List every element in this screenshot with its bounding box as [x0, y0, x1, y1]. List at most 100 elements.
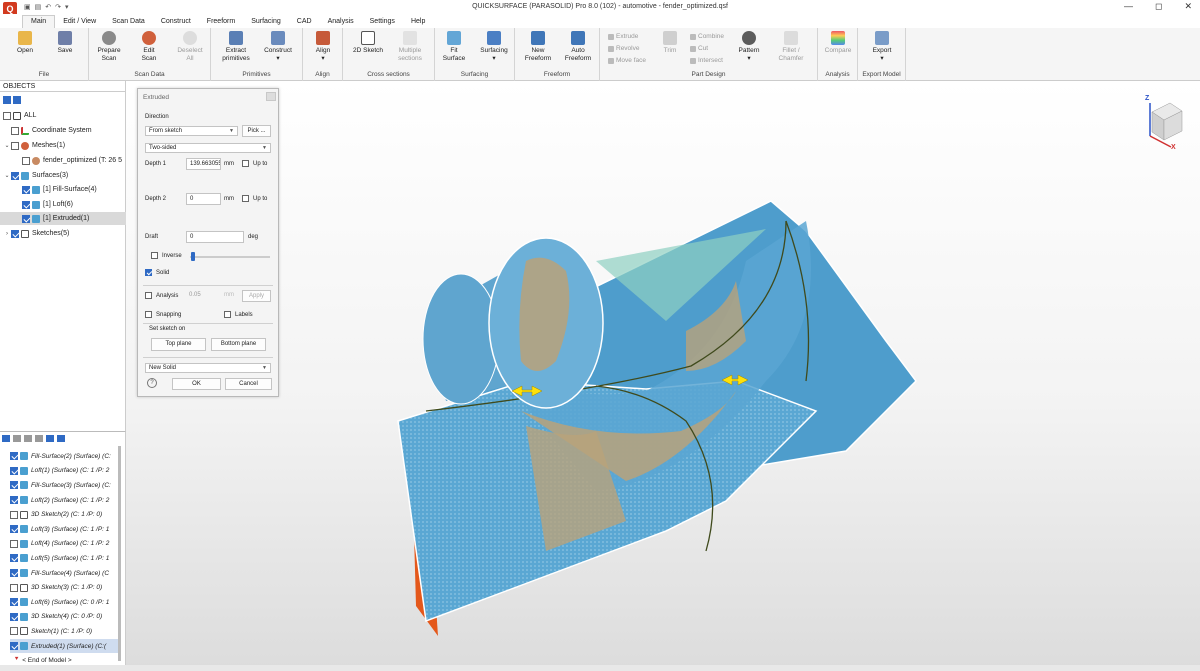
checkbox[interactable] [145, 269, 152, 276]
tree-item-surfaces[interactable]: ⌄ Surfaces(3) [0, 169, 126, 182]
tree-item-fender-mesh[interactable]: fender_optimized (T: 26 5 [0, 154, 126, 167]
tree-item-sketches[interactable]: › Sketches(5) [0, 227, 126, 240]
revolve-button[interactable]: Revolve [608, 45, 639, 52]
menu-settings[interactable]: Settings [362, 16, 403, 28]
history-item[interactable]: Loft(5) (Surface) (C: 1 /P: 1 [10, 551, 120, 566]
checkbox[interactable] [151, 252, 158, 259]
fast-forward-icon[interactable] [57, 435, 65, 442]
auto-freeform-button[interactable]: Auto Freeform [561, 31, 595, 63]
history-item[interactable]: Fill-Surface(4) (Surface) (C [10, 566, 120, 581]
cut-button[interactable]: Cut [690, 45, 708, 52]
checkbox[interactable] [242, 195, 249, 202]
checkbox[interactable] [242, 160, 249, 167]
history-item[interactable]: Fill-Surface(3) (Surface) (C: [10, 478, 120, 493]
checkbox[interactable] [10, 466, 18, 475]
edit-scan-button[interactable]: Edit Scan [136, 31, 162, 63]
draft-slider-track[interactable] [190, 256, 270, 258]
checkbox[interactable] [10, 539, 18, 548]
history-item[interactable]: Fill-Surface(2) (Surface) (C: [10, 449, 120, 464]
checkbox[interactable] [10, 452, 18, 461]
step-forward-icon[interactable] [24, 435, 32, 442]
help-icon[interactable]: ? [147, 378, 157, 388]
depth1-up-to-checkbox[interactable]: Up to [242, 160, 267, 167]
checkbox[interactable] [10, 554, 18, 563]
checkbox[interactable] [10, 583, 18, 592]
filter-icon[interactable] [13, 96, 21, 104]
checkbox[interactable] [10, 642, 18, 651]
history-item[interactable]: Loft(3) (Surface) (C: 1 /P: 1 [10, 522, 120, 537]
minimize-button[interactable]: — [1124, 1, 1133, 12]
expand-all-icon[interactable] [3, 96, 11, 104]
checkbox[interactable] [3, 111, 11, 120]
pattern-button[interactable]: Pattern ▾ [734, 31, 764, 63]
checkbox[interactable] [22, 200, 30, 209]
new-freeform-button[interactable]: New Freeform [521, 31, 555, 63]
direction-select[interactable]: From sketch ▼ [145, 126, 238, 136]
filter-icon[interactable] [35, 435, 43, 442]
checkbox[interactable] [10, 627, 18, 636]
tree-item-extruded[interactable]: [1] Extruded(1) [0, 212, 126, 225]
history-scrollbar[interactable] [118, 446, 121, 661]
end-of-model-marker[interactable]: ⯆ < End of Model > [14, 656, 72, 664]
combine-button[interactable]: Combine [690, 33, 724, 40]
history-item[interactable]: Sketch(1) (C: 1 /P: 0) [10, 624, 120, 639]
checkbox[interactable] [224, 311, 231, 318]
checkbox[interactable] [11, 171, 19, 180]
history-item[interactable]: Loft(1) (Surface) (C: 1 /P: 2 [10, 464, 120, 479]
depth2-up-to-checkbox[interactable]: Up to [242, 195, 267, 202]
menu-surfacing[interactable]: Surfacing [243, 16, 289, 28]
checkbox[interactable] [10, 510, 18, 519]
surfacing-button[interactable]: Surfacing ▾ [477, 31, 511, 63]
checkbox[interactable] [22, 156, 30, 165]
fit-surface-button[interactable]: Fit Surface [441, 31, 467, 63]
trim-button[interactable]: Trim [658, 31, 682, 55]
extruded-cylinder-back[interactable] [422, 273, 500, 405]
history-item[interactable]: Loft(4) (Surface) (C: 1 /P: 2 [10, 537, 120, 552]
extract-primitives-button[interactable]: Extract primitives [219, 31, 253, 63]
checkbox[interactable] [10, 481, 18, 490]
menu-help[interactable]: Help [403, 16, 433, 28]
open-button[interactable]: Open [12, 31, 38, 55]
menu-construct[interactable]: Construct [153, 16, 199, 28]
extrude-button[interactable]: Extrude [608, 33, 638, 40]
prepare-scan-button[interactable]: Prepare Scan [95, 31, 123, 63]
solid-checkbox[interactable]: Solid [145, 269, 169, 276]
compare-button[interactable]: Compare [822, 31, 854, 55]
inverse-checkbox[interactable]: Inverse [151, 252, 182, 259]
checkbox[interactable] [11, 229, 19, 238]
move-face-button[interactable]: Move face [608, 57, 646, 64]
align-button[interactable]: Align ▾ [310, 31, 336, 63]
apply-button[interactable]: Apply [242, 290, 271, 302]
menu-cad[interactable]: CAD [289, 16, 320, 28]
cancel-button[interactable]: Cancel [225, 378, 272, 390]
tree-item-fill-surface[interactable]: [1] Fill-Surface(4) [0, 183, 126, 196]
view-cube[interactable]: Z X [1145, 95, 1183, 151]
rewind-icon[interactable] [46, 435, 54, 442]
checkbox[interactable] [145, 292, 152, 299]
save-button[interactable]: Save [52, 31, 78, 55]
sided-select[interactable]: Two-sided ▼ [145, 143, 271, 153]
checkbox[interactable] [10, 525, 18, 534]
analysis-checkbox[interactable]: Analysis [145, 292, 178, 299]
chevron-down-icon[interactable]: ⌄ [3, 172, 11, 179]
checkbox[interactable] [10, 598, 18, 607]
multiple-sections-button[interactable]: Multiple sections [393, 31, 427, 63]
history-item[interactable]: 3D Sketch(2) (C: 1 /P: 0) [10, 507, 120, 522]
maximize-button[interactable]: ◻ [1155, 1, 1162, 12]
checkbox[interactable] [10, 569, 18, 578]
pick-button[interactable]: Pick ... [242, 125, 271, 137]
checkbox[interactable] [10, 496, 18, 505]
menu-freeform[interactable]: Freeform [199, 16, 243, 28]
snapping-checkbox[interactable]: Snapping [145, 311, 181, 318]
deselect-all-button[interactable]: Deselect All [175, 31, 205, 63]
history-item[interactable]: Loft(6) (Surface) (C: 0 /P: 1 [10, 595, 120, 610]
menu-scan-data[interactable]: Scan Data [104, 16, 153, 28]
2d-sketch-button[interactable]: 2D Sketch [353, 31, 383, 55]
top-plane-button[interactable]: Top plane [151, 338, 206, 351]
tree-item-meshes[interactable]: ⌄ Meshes(1) [0, 139, 126, 152]
close-button[interactable]: ✕ [1184, 1, 1192, 12]
menu-analysis[interactable]: Analysis [320, 16, 362, 28]
chevron-right-icon[interactable]: › [3, 231, 11, 237]
labels-checkbox[interactable]: Labels [224, 311, 253, 318]
history-item[interactable]: 3D Sketch(3) (C: 1 /P: 0) [10, 580, 120, 595]
